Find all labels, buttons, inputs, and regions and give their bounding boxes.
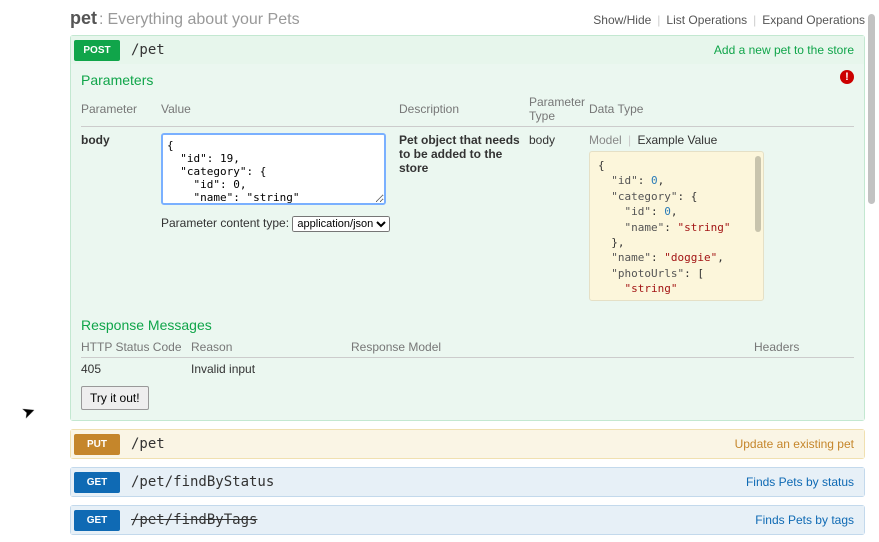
- operation-path[interactable]: /pet: [131, 436, 165, 452]
- param-value-cell: Parameter content type: application/json: [161, 127, 399, 308]
- operation-summary[interactable]: Finds Pets by status: [746, 475, 854, 489]
- operation-header[interactable]: GET /pet/findByStatus Finds Pets by stat…: [71, 468, 864, 496]
- operation-summary[interactable]: Add a new pet to the store: [714, 43, 854, 57]
- content-type-select[interactable]: application/json: [292, 216, 390, 232]
- response-row: 405 Invalid input: [81, 358, 854, 381]
- operation-post-pet: POST /pet Add a new pet to the store ! P…: [70, 35, 865, 421]
- method-badge-get: GET: [74, 472, 120, 493]
- page-scrollbar[interactable]: [868, 14, 875, 204]
- th-param-type: Parameter Type: [529, 92, 589, 127]
- th-description: Description: [399, 92, 529, 127]
- param-description: Pet object that needs to be added to the…: [399, 127, 529, 308]
- responses-table: HTTP Status Code Reason Response Model H…: [81, 337, 854, 380]
- operation-path[interactable]: /pet: [131, 42, 165, 58]
- try-it-out-button[interactable]: Try it out!: [81, 386, 149, 410]
- th-reason: Reason: [191, 337, 351, 358]
- pipe-separator: |: [657, 13, 660, 27]
- operation-header[interactable]: POST /pet Add a new pet to the store: [71, 36, 864, 64]
- method-badge-post: POST: [74, 40, 120, 61]
- operation-summary[interactable]: Update an existing pet: [735, 437, 854, 451]
- pipe-separator: |: [753, 13, 756, 27]
- resource-actions: Show/Hide | List Operations | Expand Ope…: [593, 13, 865, 27]
- warning-icon[interactable]: !: [840, 70, 854, 84]
- example-value-box[interactable]: { "id": 0, "category": { "id": 0, "name"…: [589, 151, 764, 301]
- example-scrollbar[interactable]: [755, 156, 761, 232]
- param-datatype-cell: Model | Example Value { "id": 0, "catego…: [589, 127, 854, 308]
- parameters-heading: Parameters: [81, 72, 854, 88]
- colon-separator: :: [99, 11, 103, 29]
- method-badge-put: PUT: [74, 434, 120, 455]
- list-operations-link[interactable]: List Operations: [666, 13, 747, 27]
- th-value: Value: [161, 92, 399, 127]
- operation-header[interactable]: PUT /pet Update an existing pet: [71, 430, 864, 458]
- th-data-type: Data Type: [589, 92, 854, 127]
- content-type-row: Parameter content type: application/json: [161, 216, 395, 232]
- status-code: 405: [81, 358, 191, 381]
- param-name: body: [81, 127, 161, 308]
- show-hide-link[interactable]: Show/Hide: [593, 13, 651, 27]
- method-badge-get: GET: [74, 510, 120, 531]
- operation-get-findbystatus: GET /pet/findByStatus Finds Pets by stat…: [70, 467, 865, 497]
- reason: Invalid input: [191, 358, 351, 381]
- response-messages-heading: Response Messages: [81, 317, 854, 333]
- resource-description: Everything about your Pets: [107, 11, 299, 29]
- parameters-table: Parameter Value Description Parameter Ty…: [81, 92, 854, 307]
- pipe-separator: |: [628, 133, 631, 147]
- param-row-body: body Parameter content type: application…: [81, 127, 854, 308]
- th-parameter: Parameter: [81, 92, 161, 127]
- param-type: body: [529, 127, 589, 308]
- content-type-label: Parameter content type:: [161, 216, 289, 230]
- operation-path-deprecated[interactable]: /pet/findByTags: [131, 512, 257, 528]
- operation-body: ! Parameters Parameter Value Description…: [71, 64, 864, 420]
- operation-get-findbytags: GET /pet/findByTags Finds Pets by tags: [70, 505, 865, 535]
- operation-header[interactable]: GET /pet/findByTags Finds Pets by tags: [71, 506, 864, 534]
- model-tab[interactable]: Model: [589, 133, 622, 147]
- th-response-model: Response Model: [351, 337, 754, 358]
- operation-path[interactable]: /pet/findByStatus: [131, 474, 274, 490]
- th-status-code: HTTP Status Code: [81, 337, 191, 358]
- expand-operations-link[interactable]: Expand Operations: [762, 13, 865, 27]
- resource-name[interactable]: pet: [70, 8, 97, 29]
- operation-put-pet: PUT /pet Update an existing pet: [70, 429, 865, 459]
- resource-header: pet : Everything about your Pets Show/Hi…: [70, 8, 865, 29]
- signature-nav: Model | Example Value: [589, 133, 764, 147]
- example-value-tab[interactable]: Example Value: [638, 133, 718, 147]
- th-headers: Headers: [754, 337, 854, 358]
- body-textarea[interactable]: [161, 133, 386, 205]
- operation-summary[interactable]: Finds Pets by tags: [755, 513, 854, 527]
